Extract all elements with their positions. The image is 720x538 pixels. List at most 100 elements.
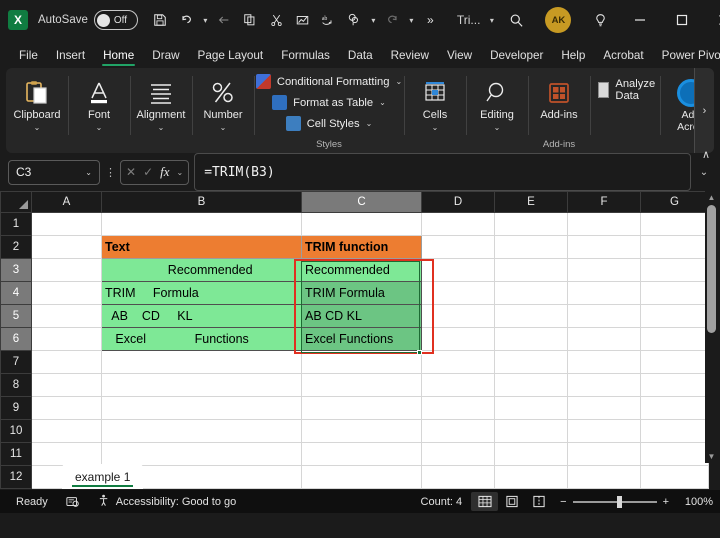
search-icon[interactable]: [497, 4, 535, 36]
scroll-up-icon[interactable]: ▲: [708, 191, 716, 204]
insert-function-icon[interactable]: fx: [160, 164, 169, 180]
formula-input[interactable]: =TRIM(B3): [194, 153, 691, 191]
cell-B5[interactable]: AB CD KL: [102, 305, 302, 328]
row-header-5[interactable]: 5: [1, 305, 32, 328]
cell-B6[interactable]: Excel Functions: [102, 328, 302, 351]
cell-D10[interactable]: [422, 420, 495, 443]
normal-view-button[interactable]: [471, 492, 498, 511]
number-button[interactable]: Number ⌄: [192, 72, 254, 132]
avatar[interactable]: AK: [545, 7, 571, 33]
cell-E6[interactable]: [495, 328, 568, 351]
zoom-out-button[interactable]: −: [560, 496, 566, 508]
tab-acrobat[interactable]: Acrobat: [594, 47, 652, 66]
cell-G10[interactable]: [641, 420, 709, 443]
row-header-6[interactable]: 6: [1, 328, 32, 351]
save-icon[interactable]: [148, 7, 173, 33]
conditional-formatting-button[interactable]: Conditional Formatting ⌄: [256, 74, 402, 89]
cell-E1[interactable]: [495, 213, 568, 236]
cell-D3[interactable]: [422, 259, 495, 282]
tab-page-layout[interactable]: Page Layout: [189, 47, 273, 66]
cell-C4[interactable]: TRIM Formula: [302, 282, 422, 305]
zoom-slider[interactable]: − +: [560, 496, 669, 508]
cell-B1[interactable]: [102, 213, 302, 236]
cell-F7[interactable]: [568, 351, 641, 374]
ribbon-overflow-button[interactable]: ›: [694, 68, 714, 153]
cell-E11[interactable]: [495, 443, 568, 466]
row-header-7[interactable]: 7: [1, 351, 32, 374]
cell-C5[interactable]: AB CD KL: [302, 305, 422, 328]
cell-C11[interactable]: [302, 443, 422, 466]
name-box[interactable]: C3 ⌄: [8, 160, 100, 185]
cell-B4[interactable]: TRIM Formula: [102, 282, 302, 305]
expand-formula-bar-icon[interactable]: ⌄: [696, 167, 712, 178]
minimize-button[interactable]: [619, 0, 661, 40]
cell-D9[interactable]: [422, 397, 495, 420]
cell-E10[interactable]: [495, 420, 568, 443]
cell-E9[interactable]: [495, 397, 568, 420]
cell-A9[interactable]: [32, 397, 102, 420]
row-header-4[interactable]: 4: [1, 282, 32, 305]
cell-G11[interactable]: [641, 443, 709, 466]
close-button[interactable]: [703, 0, 720, 40]
cell-D4[interactable]: [422, 282, 495, 305]
cell-G1[interactable]: [641, 213, 709, 236]
font-caret-icon[interactable]: ⌄: [96, 124, 103, 132]
zoom-track[interactable]: [573, 501, 657, 503]
conditional-formatting-caret-icon[interactable]: ⌄: [395, 77, 402, 86]
column-header-e[interactable]: E: [495, 192, 568, 213]
cell-C3[interactable]: Recommended: [302, 259, 422, 282]
zoom-knob[interactable]: [617, 496, 622, 508]
lightbulb-icon[interactable]: [581, 4, 619, 36]
zoom-in-button[interactable]: +: [663, 496, 669, 508]
tab-developer[interactable]: Developer: [481, 47, 552, 66]
cell-C12[interactable]: [302, 466, 422, 489]
cell-B8[interactable]: [102, 374, 302, 397]
cell-E3[interactable]: [495, 259, 568, 282]
cell-styles-caret-icon[interactable]: ⌄: [366, 119, 373, 128]
tab-file[interactable]: File: [10, 47, 47, 66]
scroll-down-icon[interactable]: ▼: [708, 450, 716, 463]
name-box-caret-icon[interactable]: ⌄: [85, 168, 92, 177]
cell-E8[interactable]: [495, 374, 568, 397]
tab-power-pivot[interactable]: Power Pivot: [653, 47, 720, 66]
cell-F10[interactable]: [568, 420, 641, 443]
cells-caret-icon[interactable]: ⌄: [432, 124, 439, 132]
row-header-1[interactable]: 1: [1, 213, 32, 236]
tab-review[interactable]: Review: [382, 47, 438, 66]
cell-A3[interactable]: [32, 259, 102, 282]
insert-function-caret-icon[interactable]: ⌄: [177, 168, 184, 177]
clipboard-caret-icon[interactable]: ⌄: [34, 124, 41, 132]
cell-E7[interactable]: [495, 351, 568, 374]
clipboard-button[interactable]: Clipboard ⌄: [6, 72, 68, 132]
autosave-toggle[interactable]: Off: [94, 10, 138, 30]
cell-G12[interactable]: [641, 466, 709, 489]
format-painter-icon[interactable]: [342, 7, 367, 33]
column-header-d[interactable]: D: [422, 192, 495, 213]
cell-B9[interactable]: [102, 397, 302, 420]
cell-G4[interactable]: [641, 282, 709, 305]
document-name[interactable]: Tri... ▾: [457, 13, 498, 27]
formula-bar-options-icon[interactable]: ⋮: [105, 166, 115, 179]
cell-F1[interactable]: [568, 213, 641, 236]
cell-B11[interactable]: [102, 443, 302, 466]
select-all-corner[interactable]: [1, 192, 32, 213]
tab-home[interactable]: Home: [94, 47, 143, 66]
editing-button[interactable]: Editing ⌄: [466, 72, 528, 132]
analyze-data-button[interactable]: Analyze Data: [598, 72, 660, 102]
cell-A2[interactable]: [32, 236, 102, 259]
paste-dropdown-caret-icon[interactable]: ▾: [368, 16, 379, 25]
column-header-c[interactable]: C: [302, 192, 422, 213]
cell-A1[interactable]: [32, 213, 102, 236]
more-commands-icon[interactable]: »: [418, 7, 443, 33]
cell-F5[interactable]: [568, 305, 641, 328]
page-layout-view-button[interactable]: [498, 492, 525, 511]
cell-C6[interactable]: Excel Functions: [302, 328, 422, 351]
row-header-11[interactable]: 11: [1, 443, 32, 466]
cell-G2[interactable]: [641, 236, 709, 259]
cell-B3[interactable]: Recommended: [102, 259, 302, 282]
cell-G6[interactable]: [641, 328, 709, 351]
cell-F12[interactable]: [568, 466, 641, 489]
page-break-view-button[interactable]: [525, 492, 552, 511]
column-header-f[interactable]: F: [568, 192, 641, 213]
number-caret-icon[interactable]: ⌄: [220, 124, 227, 132]
